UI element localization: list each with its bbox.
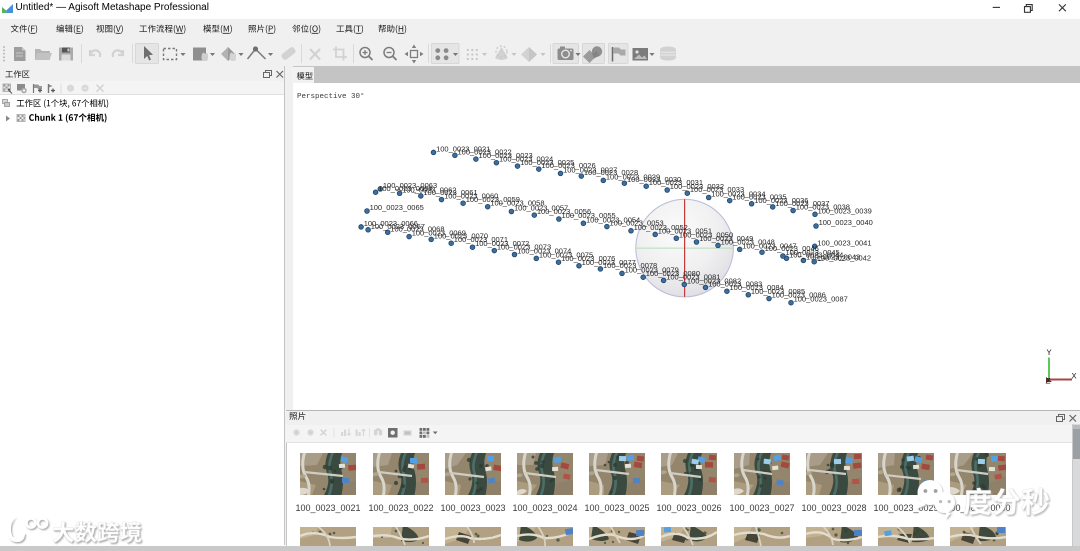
svg-text:100_0023_0064: 100_0023_0064: [378, 184, 432, 193]
svg-text:100_0023_0087: 100_0023_0087: [794, 295, 848, 304]
svg-text:100_0023_0065: 100_0023_0065: [370, 203, 424, 212]
svg-text:Z: Z: [1046, 377, 1051, 387]
svg-text:100_0023_0041: 100_0023_0041: [817, 238, 871, 247]
svg-text:100_0023_0039: 100_0023_0039: [818, 206, 872, 215]
svg-text:X: X: [1072, 372, 1077, 382]
svg-text:100_0023_0040: 100_0023_0040: [819, 218, 873, 227]
svg-text:Y: Y: [1047, 348, 1052, 358]
